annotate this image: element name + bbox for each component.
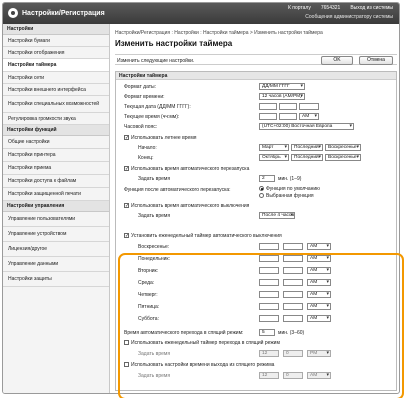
sidebar-item-common[interactable]: Общие настройки (3, 136, 109, 149)
section-title: Настройки таймера (116, 72, 396, 80)
sidebar-item-receive[interactable]: Настройки приема (3, 162, 109, 175)
dst-label: Использовать летнее время (131, 135, 197, 141)
date-format-label: Формат даты: (124, 84, 157, 90)
sunday-ampm-value: AM (310, 244, 318, 249)
sunday-ampm-select[interactable]: AM (307, 243, 331, 250)
page-title: Изменить настройки таймера (115, 39, 233, 48)
dst-start-day-select[interactable]: Воскресенье (325, 144, 361, 151)
cancel-button[interactable]: Отмена (359, 56, 393, 65)
auto-off-set-time-label: Задать время (138, 213, 171, 219)
after-reset-default-radio[interactable] (259, 186, 264, 191)
current-date-label: Текущая дата (ДД/ММ ГГГГ): (124, 104, 191, 110)
dst-start-month-select[interactable]: Март (259, 144, 289, 151)
top-bar: Настройки/Регистрация К порталу 7654321 … (3, 3, 399, 24)
sidebar-item-display[interactable]: Настройки отображения (3, 47, 109, 59)
dst-end-month-value: Октябрь (262, 155, 281, 160)
after-reset-label: Функция после автоматического перезапуск… (124, 187, 231, 193)
after-reset-selected-radio[interactable] (259, 193, 264, 198)
sidebar-section-settings: Настройки (3, 24, 109, 35)
time-format-value: 12 часов (AM/PM) (262, 94, 302, 99)
sidebar-item-file-access[interactable]: Настройки доступа к файлам (3, 175, 109, 188)
sidebar-item-secure-print[interactable]: Настройки защищенной печати (3, 188, 109, 201)
sidebar-item-paper[interactable]: Настройки бумаги (3, 35, 109, 47)
dst-checkbox[interactable]: ✓ (124, 135, 129, 141)
highlight-frame (118, 253, 404, 398)
current-minute-input[interactable] (279, 113, 297, 120)
canon-logo-icon (8, 8, 18, 18)
admin-message-link[interactable]: Сообщения администратору системы (305, 14, 393, 20)
top-links: К порталу 7654321 Выход из системы (288, 5, 393, 11)
timezone-select[interactable]: (UTC+02:00) Восточная Европа (259, 123, 354, 130)
user-id: 7654321 (320, 5, 341, 11)
current-ampm-value: AM (302, 114, 310, 119)
current-day-input[interactable] (259, 103, 277, 110)
dst-end-day-value: Воскресенье (328, 155, 357, 160)
dst-end-label: Конец: (138, 155, 154, 161)
apply-text: Изменить следующие настройки. (117, 58, 195, 64)
after-reset-default-label: Функция по умолчанию (266, 186, 320, 192)
current-ampm-select[interactable]: AM (299, 113, 319, 120)
logout-link[interactable]: Выход из системы (350, 5, 393, 11)
dst-start-week-select[interactable]: Последний (291, 144, 323, 151)
sidebar: Настройки Настройки бумаги Настройки ото… (3, 24, 110, 393)
portal-link[interactable]: К порталу (288, 5, 311, 11)
dst-end-week-select[interactable]: Последний (291, 154, 323, 161)
sidebar-item-license[interactable]: Лицензия/другое (3, 242, 109, 257)
sidebar-item-users[interactable]: Управление пользователями (3, 212, 109, 227)
dst-start-day-value: Воскресенье (328, 145, 357, 150)
sidebar-item-volume[interactable]: Регулировка громкости звука (3, 113, 109, 125)
dst-end-month-select[interactable]: Октябрь (259, 154, 289, 161)
timezone-label: Часовой пояс: (124, 124, 158, 130)
auto-reset-unit: мин. (1–9) (278, 176, 302, 182)
current-hour-input[interactable] (259, 113, 277, 120)
timezone-value: (UTC+02:00) Восточная Европа (262, 124, 333, 129)
auto-reset-input[interactable]: 2 (259, 175, 275, 182)
time-format-select[interactable]: 12 часов (AM/PM) (259, 93, 305, 100)
dst-start-label: Начало: (138, 145, 157, 151)
after-reset-selected-label: Выбранная функция (266, 193, 314, 199)
sidebar-item-device[interactable]: Управление устройством (3, 227, 109, 242)
dst-end-week-value: Последний (294, 155, 319, 160)
sidebar-item-data[interactable]: Управление данными (3, 257, 109, 272)
sidebar-item-security[interactable]: Настройки защиты (3, 272, 109, 287)
auto-reset-label: Использовать время автоматического перез… (131, 166, 250, 172)
sunday-minute-input[interactable] (283, 243, 303, 250)
ok-button[interactable]: OK (321, 56, 353, 65)
breadcrumb: Настройки/Регистрация : Настройки : Наст… (115, 30, 323, 36)
auto-off-value: После 4 часов (262, 213, 295, 218)
current-month-input[interactable] (279, 103, 297, 110)
sidebar-item-accessibility[interactable]: Настройки специальных возможностей (3, 96, 109, 113)
current-year-input[interactable] (299, 103, 319, 110)
time-format-label: Формат времени: (124, 94, 165, 100)
weekly-off-checkbox[interactable]: ✓ (124, 233, 129, 239)
app-title: Настройки/Регистрация (22, 9, 105, 17)
dst-end-day-select[interactable]: Воскресенье (325, 154, 361, 161)
sidebar-item-interface[interactable]: Настройки внешнего интерфейса (3, 84, 109, 96)
auto-off-select[interactable]: После 4 часов (259, 212, 295, 219)
weekly-off-label: Установить еженедельный таймер автоматич… (131, 233, 282, 239)
auto-reset-value: 2 (262, 176, 265, 181)
auto-off-checkbox[interactable]: ✓ (124, 203, 129, 209)
date-format-select[interactable]: ДД/ММ ГГГГ (259, 83, 305, 90)
apply-bar: Изменить следующие настройки. OK Отмена (115, 54, 397, 65)
sunday-hour-input[interactable] (259, 243, 279, 250)
day-label-sunday: Воскресенье: (138, 244, 170, 250)
sidebar-section-management: Настройки управления (3, 201, 109, 212)
dst-start-week-value: Последний (294, 145, 319, 150)
date-format-value: ДД/ММ ГГГГ (262, 84, 290, 89)
sidebar-item-timer[interactable]: Настройки таймера (3, 59, 109, 72)
auto-reset-checkbox[interactable]: ✓ (124, 166, 129, 172)
sidebar-section-functions: Настройки функций (3, 125, 109, 136)
brand: Настройки/Регистрация (8, 8, 105, 18)
sidebar-item-printer[interactable]: Настройки принтера (3, 149, 109, 162)
dst-start-month-value: Март (262, 145, 274, 150)
auto-off-label: Использовать время автоматического выклю… (131, 203, 250, 209)
current-time-label: Текущее время (чч:мм): (124, 114, 180, 120)
sidebar-item-network[interactable]: Настройки сети (3, 72, 109, 84)
auto-reset-set-time-label: Задать время (138, 176, 171, 182)
